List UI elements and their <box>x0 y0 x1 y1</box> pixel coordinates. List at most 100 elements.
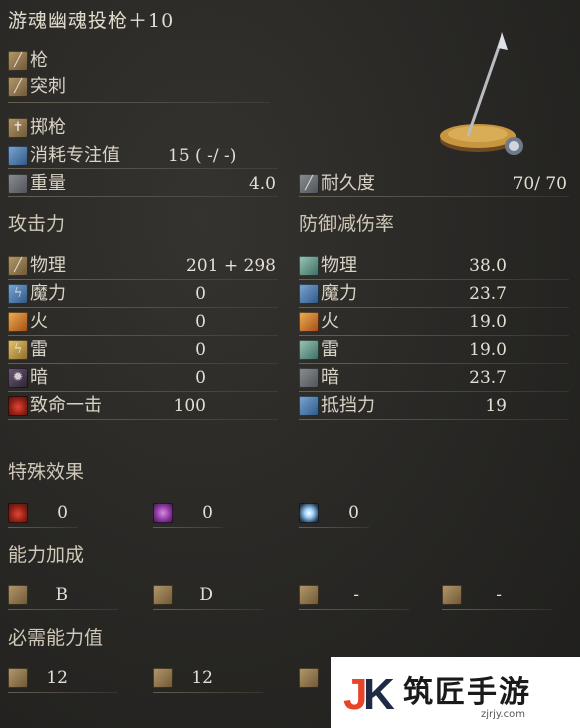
requirements-header: 必需能力值 <box>8 627 104 649</box>
scaling-value: B <box>55 585 69 605</box>
defense-row-value: 23.7 <box>469 368 507 388</box>
defense-row-label: 抵挡力 <box>321 395 375 416</box>
attack-row-label: 暗 <box>30 367 48 388</box>
defense-row-label: 暗 <box>321 367 339 388</box>
intelligence-icon <box>299 585 319 605</box>
durability-value: 70/ 70 <box>512 174 567 194</box>
divider <box>299 419 569 420</box>
attack-row-label: 火 <box>30 311 48 332</box>
fp-cost-icon <box>8 146 28 166</box>
divider <box>8 527 78 528</box>
divider <box>299 279 569 280</box>
defense-row-label: 物理 <box>321 255 357 276</box>
attack-row-value: 201 + 298 <box>186 256 276 276</box>
durability-label: 耐久度 <box>321 173 375 194</box>
defense-header: 防御减伤率 <box>299 213 395 235</box>
divider <box>8 335 278 336</box>
divider <box>8 419 278 420</box>
attack-row-label: 雷 <box>30 339 48 360</box>
scaling-value: D <box>199 585 213 605</box>
divider <box>8 609 118 610</box>
spear-type-icon: ╱ <box>8 51 28 71</box>
dexterity-req-icon <box>153 668 173 688</box>
divider <box>8 391 278 392</box>
divider <box>8 279 278 280</box>
divider <box>8 307 278 308</box>
lightning-attack-icon: ϟ <box>8 340 28 360</box>
defense-row-label: 雷 <box>321 339 339 360</box>
watermark-logo-icon: J K <box>343 670 395 719</box>
defense-row-value: 23.7 <box>469 284 507 304</box>
divider <box>153 609 263 610</box>
divider <box>299 335 569 336</box>
divider <box>299 363 569 364</box>
svg-text:K: K <box>363 670 395 719</box>
poison-icon <box>153 503 173 523</box>
faith-icon <box>442 585 462 605</box>
thrust-icon: ╱ <box>8 77 28 97</box>
divider <box>299 609 409 610</box>
divider <box>8 168 278 169</box>
attack-row-value: 100 <box>173 396 206 416</box>
watermark: J K 筑匠手游 zjrjy.com <box>331 657 580 728</box>
divider <box>8 196 278 197</box>
skill-icon: ✝ <box>8 118 28 138</box>
durability-icon: ╱ <box>299 174 319 194</box>
divider <box>8 363 278 364</box>
divider <box>8 692 118 693</box>
defense-row-value: 19.0 <box>469 312 507 332</box>
attack-row-value: 0 <box>195 340 206 360</box>
weight-label: 重量 <box>30 173 66 194</box>
effect-value: 0 <box>57 503 68 523</box>
effect-value: 0 <box>348 503 359 523</box>
watermark-url: zjrjy.com <box>481 709 525 720</box>
requirement-value: 12 <box>191 668 213 688</box>
frost-icon <box>299 503 319 523</box>
divider <box>299 196 569 197</box>
weight-icon <box>8 174 28 194</box>
divider <box>8 102 270 103</box>
requirement-value: 12 <box>46 668 68 688</box>
dexterity-icon <box>153 585 173 605</box>
divider <box>299 307 569 308</box>
attack-header: 攻击力 <box>8 213 66 235</box>
magic-attack-icon: ϟ <box>8 284 28 304</box>
strength-icon <box>8 585 28 605</box>
defense-row-value: 38.0 <box>469 256 507 276</box>
weapon-type: 枪 <box>30 50 48 71</box>
divider <box>153 527 223 528</box>
stability-icon <box>299 396 319 416</box>
physical-defense-icon <box>299 256 319 276</box>
attack-type: 突刺 <box>30 76 66 97</box>
weapon-skill: 掷枪 <box>30 117 66 138</box>
intelligence-req-icon <box>299 668 319 688</box>
dark-attack-icon: ✹ <box>8 368 28 388</box>
weapon-image <box>440 32 523 155</box>
lightning-defense-icon <box>299 340 319 360</box>
physical-attack-icon: ╱ <box>8 256 28 276</box>
defense-row-label: 火 <box>321 311 339 332</box>
attack-row-label: 致命一击 <box>30 395 102 416</box>
dark-defense-icon <box>299 368 319 388</box>
attack-row-label: 物理 <box>30 255 66 276</box>
fp-cost-label: 消耗专注值 <box>30 145 120 166</box>
divider <box>153 692 263 693</box>
defense-row-value: 19.0 <box>469 340 507 360</box>
scaling-value: - <box>496 585 502 605</box>
divider <box>442 609 552 610</box>
scaling-value: - <box>353 585 359 605</box>
defense-row-label: 魔力 <box>321 283 357 304</box>
weight-value: 4.0 <box>248 174 276 194</box>
magic-defense-icon <box>299 284 319 304</box>
effects-header: 特殊效果 <box>8 461 85 483</box>
fire-attack-icon <box>8 312 28 332</box>
attack-row-label: 魔力 <box>30 283 66 304</box>
scaling-header: 能力加成 <box>8 544 85 566</box>
bleed-icon <box>8 503 28 523</box>
weapon-name: 游魂幽魂投枪＋10 <box>8 10 175 32</box>
attack-row-value: 0 <box>195 312 206 332</box>
fire-defense-icon <box>299 312 319 332</box>
attack-row-value: 0 <box>195 368 206 388</box>
attack-row-value: 0 <box>195 284 206 304</box>
divider <box>299 391 569 392</box>
